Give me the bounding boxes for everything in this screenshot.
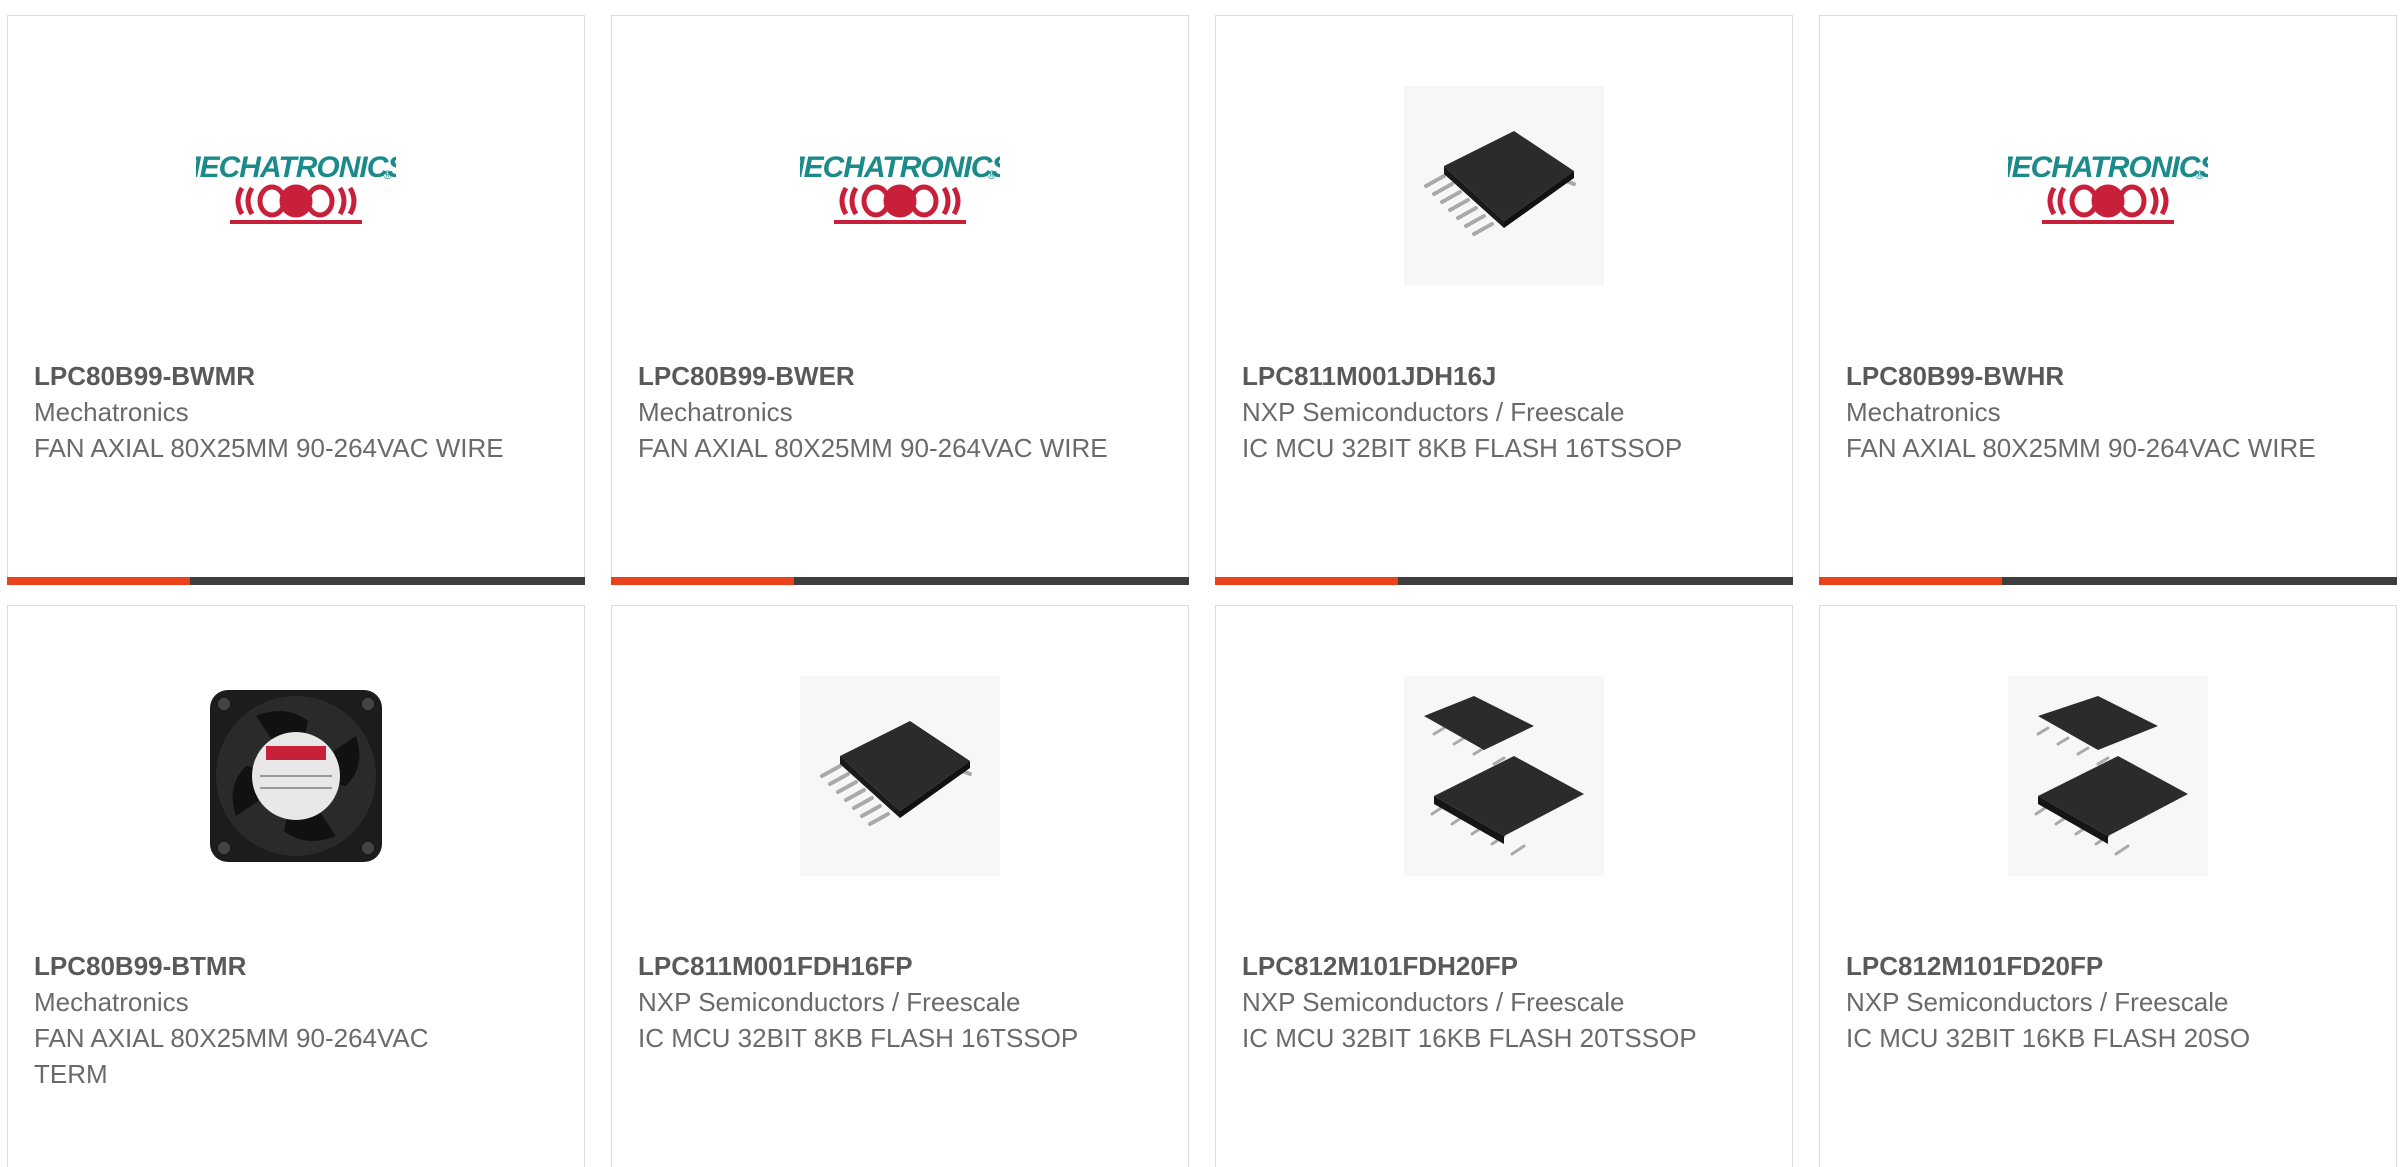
description: FAN AXIAL 80X25MM 90-264VAC WIRE <box>34 433 504 463</box>
product-image[interactable]: MECHATRONICS ® <box>1820 86 2396 286</box>
mechatronics-logo: MECHATRONICS ® <box>196 151 396 224</box>
product-image[interactable] <box>1820 676 2396 876</box>
svg-text:®: ® <box>987 168 996 182</box>
two-chips-image <box>1404 676 1604 876</box>
product-card[interactable]: LPC811M001JDH16J NXP Semiconductors / Fr… <box>1215 15 1793 585</box>
card-accent-bar <box>1819 577 2397 585</box>
product-image[interactable] <box>612 676 1188 876</box>
axial-fan-image <box>210 690 382 862</box>
product-image[interactable] <box>8 676 584 876</box>
product-card[interactable]: MECHATRONICS ® LPC80B99-BWHR Mechatronic… <box>1819 15 2397 585</box>
description: IC MCU 32BIT 16KB FLASH 20TSSOP <box>1242 1023 1697 1053</box>
product-grid: MECHATRONICS ® LPC80B99-BWMR Mechatronic… <box>0 0 2400 1167</box>
part-number[interactable]: LPC80B99-BWHR <box>1846 358 2316 394</box>
product-info: LPC812M101FDH20FP NXP Semiconductors / F… <box>1242 948 1712 1056</box>
product-image[interactable]: MECHATRONICS ® <box>612 86 1188 286</box>
product-card[interactable]: MECHATRONICS ® LPC80B99-BWMR Mechatronic… <box>7 15 585 585</box>
part-number[interactable]: LPC811M001FDH16FP <box>638 948 1108 984</box>
svg-text:MECHATRONICS: MECHATRONICS <box>2008 151 2208 184</box>
mechatronics-logo: MECHATRONICS ® <box>800 151 1000 224</box>
product-image[interactable] <box>1216 86 1792 286</box>
product-card[interactable]: LPC80B99-BTMR Mechatronics FAN AXIAL 80X… <box>7 605 585 1167</box>
manufacturer: NXP Semiconductors / Freescale <box>1242 987 1625 1017</box>
mechatronics-logo: MECHATRONICS ® <box>2008 151 2208 224</box>
card-accent-bar <box>611 577 1189 585</box>
description: IC MCU 32BIT 8KB FLASH 16TSSOP <box>1242 433 1683 463</box>
product-info: LPC80B99-BWER Mechatronics FAN AXIAL 80X… <box>638 358 1108 466</box>
product-info: LPC80B99-BWHR Mechatronics FAN AXIAL 80X… <box>1846 358 2316 466</box>
manufacturer: Mechatronics <box>34 397 189 427</box>
part-number[interactable]: LPC812M101FDH20FP <box>1242 948 1712 984</box>
description: IC MCU 32BIT 16KB FLASH 20SO <box>1846 1023 2251 1053</box>
part-number[interactable]: LPC80B99-BTMR <box>34 948 504 984</box>
tssop-chip-image <box>1404 86 1604 286</box>
product-info: LPC80B99-BTMR Mechatronics FAN AXIAL 80X… <box>34 948 504 1092</box>
svg-text:MECHATRONICS: MECHATRONICS <box>196 151 396 184</box>
svg-text:®: ® <box>383 168 392 182</box>
product-card[interactable]: LPC812M101FDH20FP NXP Semiconductors / F… <box>1215 605 1793 1167</box>
product-card[interactable]: MECHATRONICS ® LPC80B99-BWER Mechatronic… <box>611 15 1189 585</box>
manufacturer: Mechatronics <box>638 397 793 427</box>
description: IC MCU 32BIT 8KB FLASH 16TSSOP <box>638 1023 1079 1053</box>
product-info: LPC811M001FDH16FP NXP Semiconductors / F… <box>638 948 1108 1056</box>
product-card[interactable]: LPC812M101FD20FP NXP Semiconductors / Fr… <box>1819 605 2397 1167</box>
part-number[interactable]: LPC812M101FD20FP <box>1846 948 2316 984</box>
product-info: LPC812M101FD20FP NXP Semiconductors / Fr… <box>1846 948 2316 1056</box>
card-accent-bar <box>7 577 585 585</box>
part-number[interactable]: LPC80B99-BWMR <box>34 358 504 394</box>
product-image[interactable]: MECHATRONICS ® <box>8 86 584 286</box>
description: FAN AXIAL 80X25MM 90-264VAC WIRE <box>638 433 1108 463</box>
product-info: LPC811M001JDH16J NXP Semiconductors / Fr… <box>1242 358 1712 466</box>
description: FAN AXIAL 80X25MM 90-264VAC TERM <box>34 1023 429 1089</box>
part-number[interactable]: LPC80B99-BWER <box>638 358 1108 394</box>
svg-text:®: ® <box>2195 168 2204 182</box>
card-accent-bar <box>1215 577 1793 585</box>
description: FAN AXIAL 80X25MM 90-264VAC WIRE <box>1846 433 2316 463</box>
two-chips-image <box>2008 676 2208 876</box>
part-number[interactable]: LPC811M001JDH16J <box>1242 358 1712 394</box>
tssop-chip-image <box>800 676 1000 876</box>
manufacturer: NXP Semiconductors / Freescale <box>1242 397 1625 427</box>
manufacturer: Mechatronics <box>34 987 189 1017</box>
product-image[interactable] <box>1216 676 1792 876</box>
product-info: LPC80B99-BWMR Mechatronics FAN AXIAL 80X… <box>34 358 504 466</box>
product-card[interactable]: LPC811M001FDH16FP NXP Semiconductors / F… <box>611 605 1189 1167</box>
manufacturer: NXP Semiconductors / Freescale <box>1846 987 2229 1017</box>
manufacturer: Mechatronics <box>1846 397 2001 427</box>
svg-text:MECHATRONICS: MECHATRONICS <box>800 151 1000 184</box>
manufacturer: NXP Semiconductors / Freescale <box>638 987 1021 1017</box>
